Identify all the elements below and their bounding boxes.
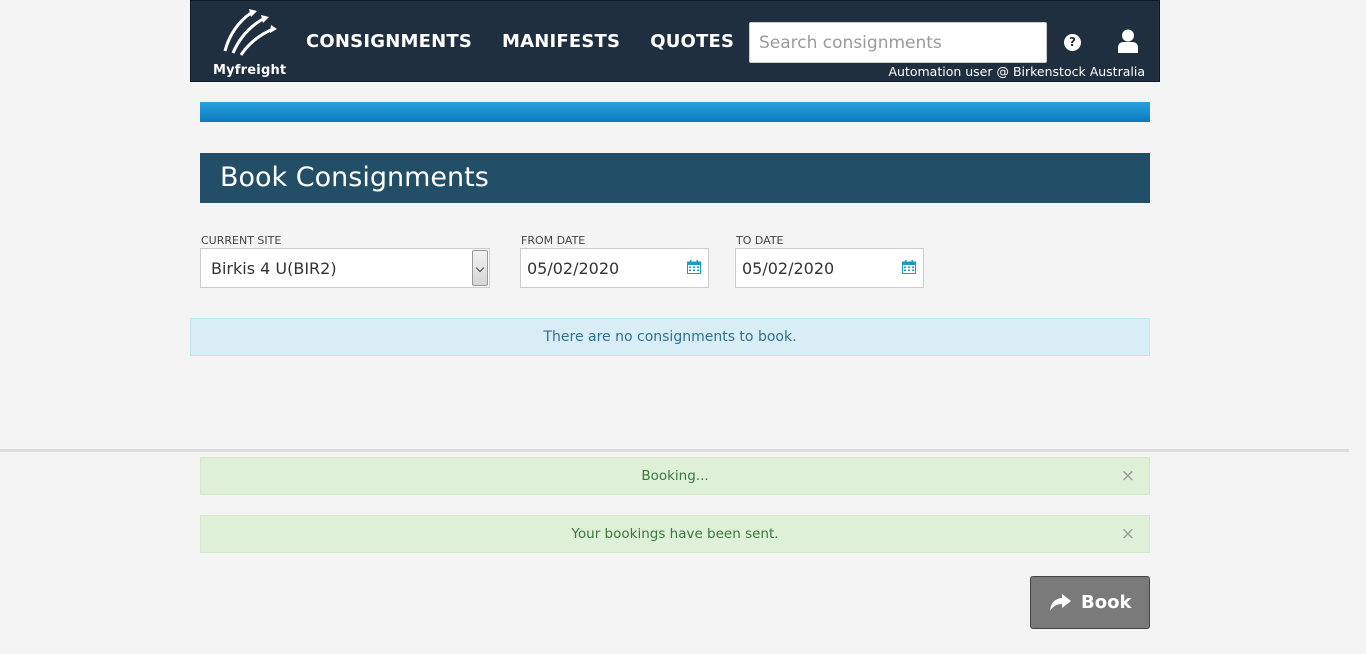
chevron-down-icon[interactable] xyxy=(472,250,488,286)
search-input[interactable] xyxy=(749,22,1047,63)
from-date-label: FROM DATE xyxy=(521,234,586,247)
booking-alert-text: Booking... xyxy=(641,468,709,484)
calendar-icon[interactable] xyxy=(687,260,701,274)
page-header: Book Consignments xyxy=(200,153,1150,203)
nav-consignments[interactable]: CONSIGNMENTS xyxy=(306,31,472,52)
top-navbar: Myfreight CONSIGNMENTS MANIFESTS QUOTES … xyxy=(190,0,1160,82)
current-site-value: Birkis 4 U(BIR2) xyxy=(211,259,337,278)
main-nav: CONSIGNMENTS MANIFESTS QUOTES xyxy=(306,31,734,52)
user-icon[interactable] xyxy=(1118,29,1138,53)
current-site-select[interactable]: Birkis 4 U(BIR2) xyxy=(200,248,490,288)
progress-bar xyxy=(200,102,1150,122)
close-icon[interactable]: × xyxy=(1121,516,1135,552)
nav-manifests[interactable]: MANIFESTS xyxy=(502,31,620,52)
brand-name: Myfreight xyxy=(213,63,287,78)
current-site-label: CURRENT SITE xyxy=(201,234,282,247)
to-date-field[interactable]: 05/02/2020 xyxy=(735,248,924,288)
section-divider xyxy=(0,449,1349,452)
question-circle-icon[interactable]: ? xyxy=(1064,34,1081,51)
from-date-field[interactable]: 05/02/2020 xyxy=(520,248,709,288)
booking-alert: Booking... × xyxy=(200,457,1150,495)
current-user-label: Automation user @ Birkenstock Australia xyxy=(888,64,1145,79)
close-icon[interactable]: × xyxy=(1121,458,1135,494)
nav-quotes[interactable]: QUOTES xyxy=(650,31,734,52)
myfreight-logo[interactable]: Myfreight xyxy=(211,7,287,78)
bookings-sent-alert: Your bookings have been sent. × xyxy=(200,515,1150,553)
calendar-icon[interactable] xyxy=(902,260,916,274)
logo-arrows-icon xyxy=(223,9,277,56)
to-date-label: TO DATE xyxy=(736,234,784,247)
share-arrow-icon xyxy=(1050,594,1071,611)
book-button-label: Book xyxy=(1081,592,1132,613)
book-button[interactable]: Book xyxy=(1030,576,1150,629)
from-date-value: 05/02/2020 xyxy=(527,259,620,278)
bookings-sent-alert-text: Your bookings have been sent. xyxy=(571,526,779,542)
no-consignments-alert: There are no consignments to book. xyxy=(190,318,1150,356)
to-date-value: 05/02/2020 xyxy=(742,259,835,278)
page-title: Book Consignments xyxy=(220,162,489,193)
